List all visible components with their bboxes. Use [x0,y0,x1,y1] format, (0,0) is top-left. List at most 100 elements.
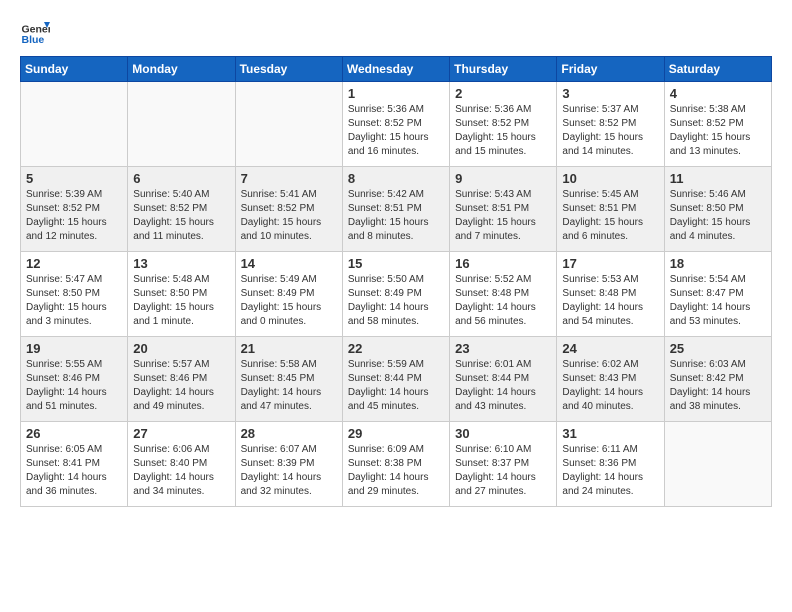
calendar-week-row: 26 Sunrise: 6:05 AM Sunset: 8:41 PM Dayli… [21,422,772,507]
calendar-week-row: 12 Sunrise: 5:47 AM Sunset: 8:50 PM Dayli… [21,252,772,337]
day-number: 6 [133,171,229,186]
day-info: Sunrise: 5:41 AM Sunset: 8:52 PM Dayligh… [241,188,337,244]
calendar-cell: 13 Sunrise: 5:48 AM Sunset: 8:50 PM Dayli… [128,252,235,337]
day-info: Sunrise: 6:01 AM Sunset: 8:44 PM Dayligh… [455,358,551,414]
header: General Blue [20,16,772,46]
calendar-header-monday: Monday [128,57,235,82]
day-number: 19 [26,341,122,356]
day-number: 20 [133,341,229,356]
calendar-cell: 17 Sunrise: 5:53 AM Sunset: 8:48 PM Dayli… [557,252,664,337]
calendar-cell: 28 Sunrise: 6:07 AM Sunset: 8:39 PM Dayli… [235,422,342,507]
day-number: 2 [455,86,551,101]
day-info: Sunrise: 6:07 AM Sunset: 8:39 PM Dayligh… [241,443,337,499]
calendar-cell: 30 Sunrise: 6:10 AM Sunset: 8:37 PM Dayli… [450,422,557,507]
day-number: 17 [562,256,658,271]
day-number: 5 [26,171,122,186]
day-number: 25 [670,341,766,356]
calendar-cell [128,82,235,167]
calendar-header-wednesday: Wednesday [342,57,449,82]
day-number: 18 [670,256,766,271]
calendar-table: SundayMondayTuesdayWednesdayThursdayFrid… [20,56,772,507]
calendar-header-thursday: Thursday [450,57,557,82]
day-number: 30 [455,426,551,441]
day-number: 12 [26,256,122,271]
calendar-cell: 6 Sunrise: 5:40 AM Sunset: 8:52 PM Daylig… [128,167,235,252]
day-info: Sunrise: 6:02 AM Sunset: 8:43 PM Dayligh… [562,358,658,414]
calendar-cell: 29Sunrise: 6:09 AM Sunset: 8:38 PM Dayli… [342,422,449,507]
calendar-cell: 11Sunrise: 5:46 AM Sunset: 8:50 PM Dayli… [664,167,771,252]
day-info: Sunrise: 6:11 AM Sunset: 8:36 PM Dayligh… [562,443,658,499]
calendar-cell: 7Sunrise: 5:41 AM Sunset: 8:52 PM Daylig… [235,167,342,252]
day-number: 8 [348,171,444,186]
calendar-cell: 23 Sunrise: 6:01 AM Sunset: 8:44 PM Dayli… [450,337,557,422]
calendar-cell: 8Sunrise: 5:42 AM Sunset: 8:51 PM Daylig… [342,167,449,252]
day-info: Sunrise: 5:46 AM Sunset: 8:50 PM Dayligh… [670,188,766,244]
calendar-cell: 12 Sunrise: 5:47 AM Sunset: 8:50 PM Dayli… [21,252,128,337]
logo: General Blue [20,16,54,46]
calendar-week-row: 19 Sunrise: 5:55 AM Sunset: 8:46 PM Dayli… [21,337,772,422]
day-number: 14 [241,256,337,271]
day-info: Sunrise: 5:52 AM Sunset: 8:48 PM Dayligh… [455,273,551,329]
calendar-cell: 16 Sunrise: 5:52 AM Sunset: 8:48 PM Dayli… [450,252,557,337]
day-info: Sunrise: 5:39 AM Sunset: 8:52 PM Dayligh… [26,188,122,244]
day-number: 23 [455,341,551,356]
day-info: Sunrise: 5:47 AM Sunset: 8:50 PM Dayligh… [26,273,122,329]
day-info: Sunrise: 5:54 AM Sunset: 8:47 PM Dayligh… [670,273,766,329]
calendar-cell: 15 Sunrise: 5:50 AM Sunset: 8:49 PM Dayli… [342,252,449,337]
calendar-header-sunday: Sunday [21,57,128,82]
day-number: 13 [133,256,229,271]
calendar-cell [664,422,771,507]
day-number: 22 [348,341,444,356]
calendar-cell: 25 Sunrise: 6:03 AM Sunset: 8:42 PM Dayli… [664,337,771,422]
day-info: Sunrise: 5:57 AM Sunset: 8:46 PM Dayligh… [133,358,229,414]
day-number: 9 [455,171,551,186]
day-number: 15 [348,256,444,271]
day-info: Sunrise: 6:09 AM Sunset: 8:38 PM Dayligh… [348,443,444,499]
calendar-cell: 20 Sunrise: 5:57 AM Sunset: 8:46 PM Dayli… [128,337,235,422]
day-info: Sunrise: 5:48 AM Sunset: 8:50 PM Dayligh… [133,273,229,329]
day-number: 3 [562,86,658,101]
calendar-cell: 26 Sunrise: 6:05 AM Sunset: 8:41 PM Dayli… [21,422,128,507]
calendar-cell: 3 Sunrise: 5:37 AM Sunset: 8:52 PM Daylig… [557,82,664,167]
day-number: 1 [348,86,444,101]
calendar-cell: 5 Sunrise: 5:39 AM Sunset: 8:52 PM Daylig… [21,167,128,252]
calendar-cell [21,82,128,167]
logo-icon: General Blue [20,16,50,46]
day-number: 4 [670,86,766,101]
calendar-cell: 9Sunrise: 5:43 AM Sunset: 8:51 PM Daylig… [450,167,557,252]
calendar-cell: 31 Sunrise: 6:11 AM Sunset: 8:36 PM Dayli… [557,422,664,507]
calendar-cell: 18 Sunrise: 5:54 AM Sunset: 8:47 PM Dayli… [664,252,771,337]
day-info: Sunrise: 5:37 AM Sunset: 8:52 PM Dayligh… [562,103,658,159]
calendar-cell: 10 Sunrise: 5:45 AM Sunset: 8:51 PM Dayli… [557,167,664,252]
calendar-header-row: SundayMondayTuesdayWednesdayThursdayFrid… [21,57,772,82]
day-info: Sunrise: 5:45 AM Sunset: 8:51 PM Dayligh… [562,188,658,244]
day-number: 24 [562,341,658,356]
day-number: 27 [133,426,229,441]
day-info: Sunrise: 6:10 AM Sunset: 8:37 PM Dayligh… [455,443,551,499]
day-info: Sunrise: 5:55 AM Sunset: 8:46 PM Dayligh… [26,358,122,414]
page: General Blue SundayMondayTuesdayWednesda… [0,0,792,612]
day-number: 21 [241,341,337,356]
calendar-cell: 27 Sunrise: 6:06 AM Sunset: 8:40 PM Dayli… [128,422,235,507]
calendar-week-row: 1Sunrise: 5:36 AM Sunset: 8:52 PM Daylig… [21,82,772,167]
day-info: Sunrise: 5:38 AM Sunset: 8:52 PM Dayligh… [670,103,766,159]
day-info: Sunrise: 5:50 AM Sunset: 8:49 PM Dayligh… [348,273,444,329]
calendar-cell: 1Sunrise: 5:36 AM Sunset: 8:52 PM Daylig… [342,82,449,167]
calendar-cell [235,82,342,167]
day-info: Sunrise: 6:06 AM Sunset: 8:40 PM Dayligh… [133,443,229,499]
day-info: Sunrise: 5:40 AM Sunset: 8:52 PM Dayligh… [133,188,229,244]
calendar-header-saturday: Saturday [664,57,771,82]
day-number: 28 [241,426,337,441]
day-info: Sunrise: 6:05 AM Sunset: 8:41 PM Dayligh… [26,443,122,499]
day-number: 10 [562,171,658,186]
day-number: 26 [26,426,122,441]
calendar-header-tuesday: Tuesday [235,57,342,82]
day-info: Sunrise: 6:03 AM Sunset: 8:42 PM Dayligh… [670,358,766,414]
day-number: 16 [455,256,551,271]
calendar-cell: 19 Sunrise: 5:55 AM Sunset: 8:46 PM Dayli… [21,337,128,422]
calendar-cell: 22 Sunrise: 5:59 AM Sunset: 8:44 PM Dayli… [342,337,449,422]
day-info: Sunrise: 5:59 AM Sunset: 8:44 PM Dayligh… [348,358,444,414]
calendar-cell: 4 Sunrise: 5:38 AM Sunset: 8:52 PM Daylig… [664,82,771,167]
day-number: 31 [562,426,658,441]
day-info: Sunrise: 5:53 AM Sunset: 8:48 PM Dayligh… [562,273,658,329]
